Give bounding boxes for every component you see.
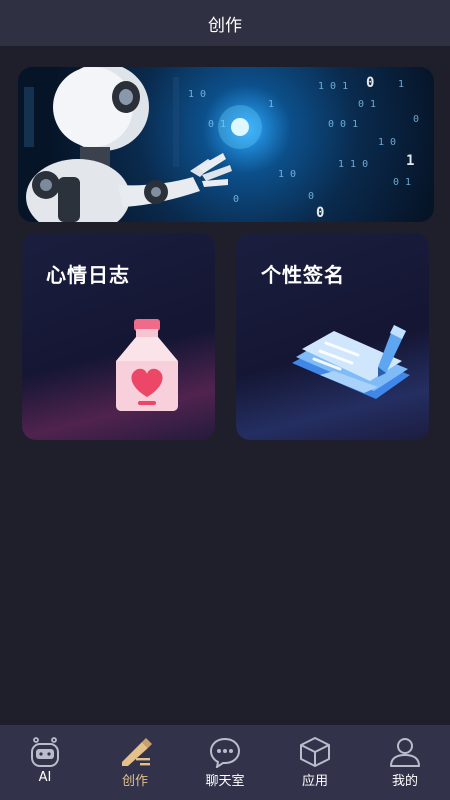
svg-text:0 1: 0 1 bbox=[393, 177, 411, 188]
page-title: 创作 bbox=[208, 15, 242, 36]
heart-bottle-icon bbox=[116, 319, 178, 411]
mood-diary-card[interactable]: 心情日志 bbox=[22, 233, 215, 440]
page-header: 创作 bbox=[0, 0, 450, 46]
user-icon bbox=[390, 738, 420, 767]
banner-image[interactable]: 1 0 1 0 1 1 0 0 1 1 0 0 1 1 0 0 1 0 1 0 0 1 1 1 … bbox=[18, 67, 434, 222]
svg-text:0 1: 0 1 bbox=[358, 99, 376, 110]
svg-text:1: 1 bbox=[268, 99, 274, 110]
tab-chatroom[interactable]: 聊天室 bbox=[180, 725, 270, 800]
bottom-tab-bar: AI 创作 聊天室 应用 我的 bbox=[0, 725, 450, 800]
svg-text:0: 0 bbox=[366, 75, 374, 91]
chat-bubble-icon bbox=[209, 737, 241, 768]
svg-text:1: 1 bbox=[398, 79, 404, 90]
tab-create[interactable]: 创作 bbox=[90, 725, 180, 800]
svg-text:1 0: 1 0 bbox=[188, 89, 206, 100]
svg-text:0: 0 bbox=[316, 205, 324, 221]
robot-icon bbox=[31, 737, 59, 767]
pen-notepad-icon bbox=[292, 325, 410, 399]
signature-title: 个性签名 bbox=[261, 263, 345, 287]
tab-label: AI bbox=[38, 770, 52, 785]
mood-diary-title: 心情日志 bbox=[46, 263, 130, 287]
svg-text:1 0: 1 0 bbox=[378, 137, 396, 148]
tab-apps[interactable]: 应用 bbox=[270, 725, 360, 800]
tab-label: 创作 bbox=[121, 774, 148, 789]
svg-text:1 0: 1 0 bbox=[278, 169, 296, 180]
tab-label: 聊天室 bbox=[205, 774, 245, 789]
svg-text:1 0 1: 1 0 1 bbox=[318, 81, 348, 92]
tab-label: 我的 bbox=[391, 774, 418, 789]
svg-text:0 0 1: 0 0 1 bbox=[328, 119, 358, 130]
tab-ai[interactable]: AI bbox=[0, 725, 90, 800]
robot-hand-image: 1 0 1 0 1 1 0 0 1 1 0 0 1 1 0 0 1 0 1 0 0 1 1 1 … bbox=[24, 67, 419, 222]
signature-card[interactable]: 个性签名 bbox=[236, 233, 429, 440]
box-icon bbox=[300, 737, 330, 767]
svg-text:0: 0 bbox=[413, 114, 419, 125]
svg-text:1 1 0: 1 1 0 bbox=[338, 159, 368, 170]
svg-text:1: 1 bbox=[406, 153, 414, 169]
svg-text:0: 0 bbox=[233, 194, 239, 205]
pen-write-icon bbox=[122, 738, 152, 766]
tab-mine[interactable]: 我的 bbox=[360, 725, 450, 800]
tab-label: 应用 bbox=[301, 774, 328, 789]
svg-text:0: 0 bbox=[308, 191, 314, 202]
